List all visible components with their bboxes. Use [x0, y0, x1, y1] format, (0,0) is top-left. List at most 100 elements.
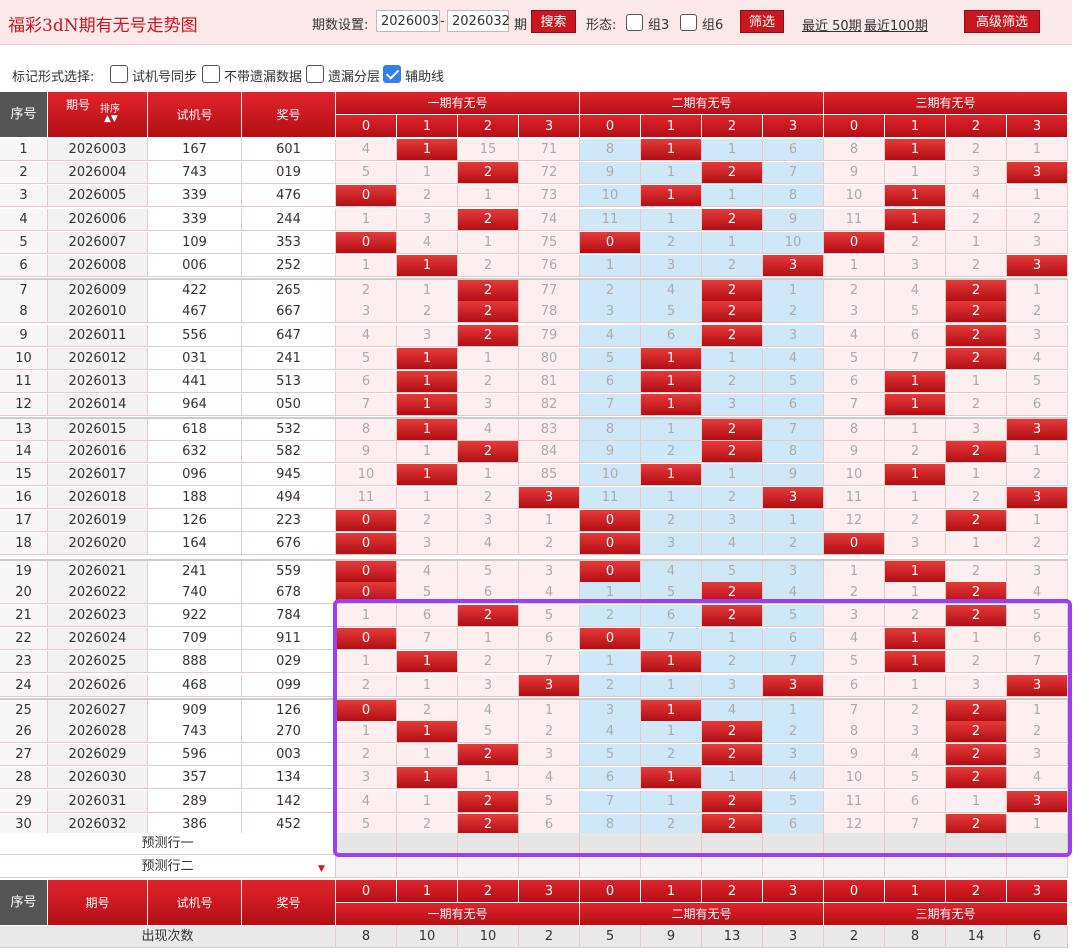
miss-cell: 2: [885, 510, 946, 532]
table-row: 12 2026014 964 050 7 1 3 82 7 1 3 6 7 1 2 6: [0, 394, 1068, 417]
miss-cell: 2: [885, 441, 946, 463]
period-from-input[interactable]: 2026003: [376, 10, 440, 32]
row-prize: 270: [242, 721, 336, 743]
miss-cell: 4: [397, 232, 458, 254]
miss-cell: 2: [702, 371, 763, 393]
predict-cell[interactable]: [397, 856, 458, 878]
hit-cell: 0: [336, 533, 397, 555]
miss-cell: 1: [1007, 441, 1068, 463]
group3-checkbox[interactable]: [626, 14, 643, 31]
predict-cell[interactable]: [885, 856, 946, 878]
row-trial: 632: [148, 441, 242, 463]
digit-header: 3: [1007, 115, 1068, 138]
predict-cell[interactable]: [519, 856, 580, 878]
miss-cell: 5: [641, 301, 702, 323]
predict-cell[interactable]: [641, 856, 702, 878]
hit-cell: 1: [885, 464, 946, 486]
miss-cell: 9: [824, 441, 885, 463]
miss-cell: 1: [397, 441, 458, 463]
miss-cell: 2: [641, 441, 702, 463]
miss-cell: 4: [763, 348, 824, 370]
group6-checkbox[interactable]: [680, 14, 697, 31]
sort-label: 排序: [100, 104, 120, 115]
row-trial: 618: [148, 419, 242, 441]
digit-footer-header: 3: [519, 880, 580, 903]
hit-cell: 1: [885, 185, 946, 207]
miss-cell: 10: [763, 232, 824, 254]
row-prize: 601: [242, 139, 336, 161]
predict-cell[interactable]: [580, 856, 641, 878]
miss-cell: 8: [580, 419, 641, 441]
filter-button[interactable]: 筛选: [740, 10, 784, 33]
miss-cell: 9: [763, 209, 824, 231]
period-header[interactable]: 期号 排序 ▲▼: [48, 92, 148, 138]
trial-sync-label: 试机号同步: [132, 70, 198, 85]
predict-cell[interactable]: [763, 856, 824, 878]
selection-rectangle: [333, 599, 1072, 857]
table-row: 8 2026010 467 667 3 2 2 78 3 5 2 2 3 5 2 2: [0, 301, 1068, 324]
predict-cell[interactable]: [1007, 856, 1068, 878]
predict-cell[interactable]: [702, 856, 763, 878]
table-row: 15 2026017 096 945 10 1 1 85 10 1 1 9 10 1 1 2: [0, 464, 1068, 487]
miss-cell: 81: [519, 371, 580, 393]
miss-cell: 1: [946, 464, 1007, 486]
miss-cell: 5: [336, 348, 397, 370]
row-seq: 23: [0, 651, 48, 673]
miss-cell: 2: [336, 280, 397, 302]
miss-cell: 3: [702, 510, 763, 532]
row-seq: 28: [0, 767, 48, 789]
row-period: 2026017: [48, 464, 148, 486]
recent-100-link[interactable]: 最近100期: [864, 15, 928, 34]
table-row: 11 2026013 441 513 6 1 2 81 6 1 2 5 6 1 1 5: [0, 371, 1068, 394]
recent-50-link[interactable]: 最近 50期: [802, 15, 862, 34]
row-prize: 142: [242, 791, 336, 813]
miss-cell: 11: [580, 487, 641, 509]
row-prize: 513: [242, 371, 336, 393]
miss-cell: 5: [885, 301, 946, 323]
predict-cell[interactable]: [946, 856, 1007, 878]
miss-cell: 1: [641, 419, 702, 441]
hit-cell: 0: [580, 510, 641, 532]
row-trial: 289: [148, 791, 242, 813]
hit-cell: 0: [336, 232, 397, 254]
predict-cell[interactable]: [336, 856, 397, 878]
miss-cell: 9: [336, 441, 397, 463]
missing-layer-checkbox[interactable]: [306, 65, 324, 83]
period-to-input[interactable]: 2026032: [447, 10, 510, 32]
row-period: 2026027: [48, 700, 148, 722]
search-button[interactable]: 搜索: [531, 10, 576, 33]
row-period: 2026018: [48, 487, 148, 509]
miss-cell: 1: [946, 232, 1007, 254]
predict-cell[interactable]: [824, 856, 885, 878]
miss-cell: 1: [458, 232, 519, 254]
auxiliary-line-checkbox[interactable]: [383, 65, 401, 83]
miss-cell: 2: [885, 232, 946, 254]
predict-cell[interactable]: [458, 856, 519, 878]
miss-cell: 11: [824, 209, 885, 231]
sort-arrows-icon[interactable]: ▲▼: [104, 114, 118, 124]
hit-cell: 1: [641, 464, 702, 486]
count-label: 出现次数: [0, 926, 336, 948]
miss-cell: 2: [946, 139, 1007, 161]
miss-cell: 5: [824, 348, 885, 370]
row-trial: 888: [148, 651, 242, 673]
trial-sync-checkbox[interactable]: [110, 65, 128, 83]
miss-cell: 1: [458, 185, 519, 207]
row-period: 2026011: [48, 325, 148, 347]
miss-cell: 3: [885, 533, 946, 555]
miss-cell: 77: [519, 280, 580, 302]
miss-cell: 74: [519, 209, 580, 231]
miss-cell: 3: [1007, 561, 1068, 583]
group3-header: 三期有无号: [824, 92, 1068, 115]
row-prize: 559: [242, 561, 336, 583]
group6-label: 组6: [702, 18, 724, 33]
miss-cell: 6: [580, 371, 641, 393]
miss-cell: 4: [641, 280, 702, 302]
digit-header: 1: [641, 115, 702, 138]
shape-label: 形态:: [586, 18, 617, 33]
no-missing-data-checkbox[interactable]: [202, 65, 220, 83]
advanced-filter-button[interactable]: 高级筛选: [964, 10, 1040, 33]
hit-cell: 2: [946, 348, 1007, 370]
miss-cell: 72: [519, 162, 580, 184]
miss-cell: 1: [1007, 510, 1068, 532]
